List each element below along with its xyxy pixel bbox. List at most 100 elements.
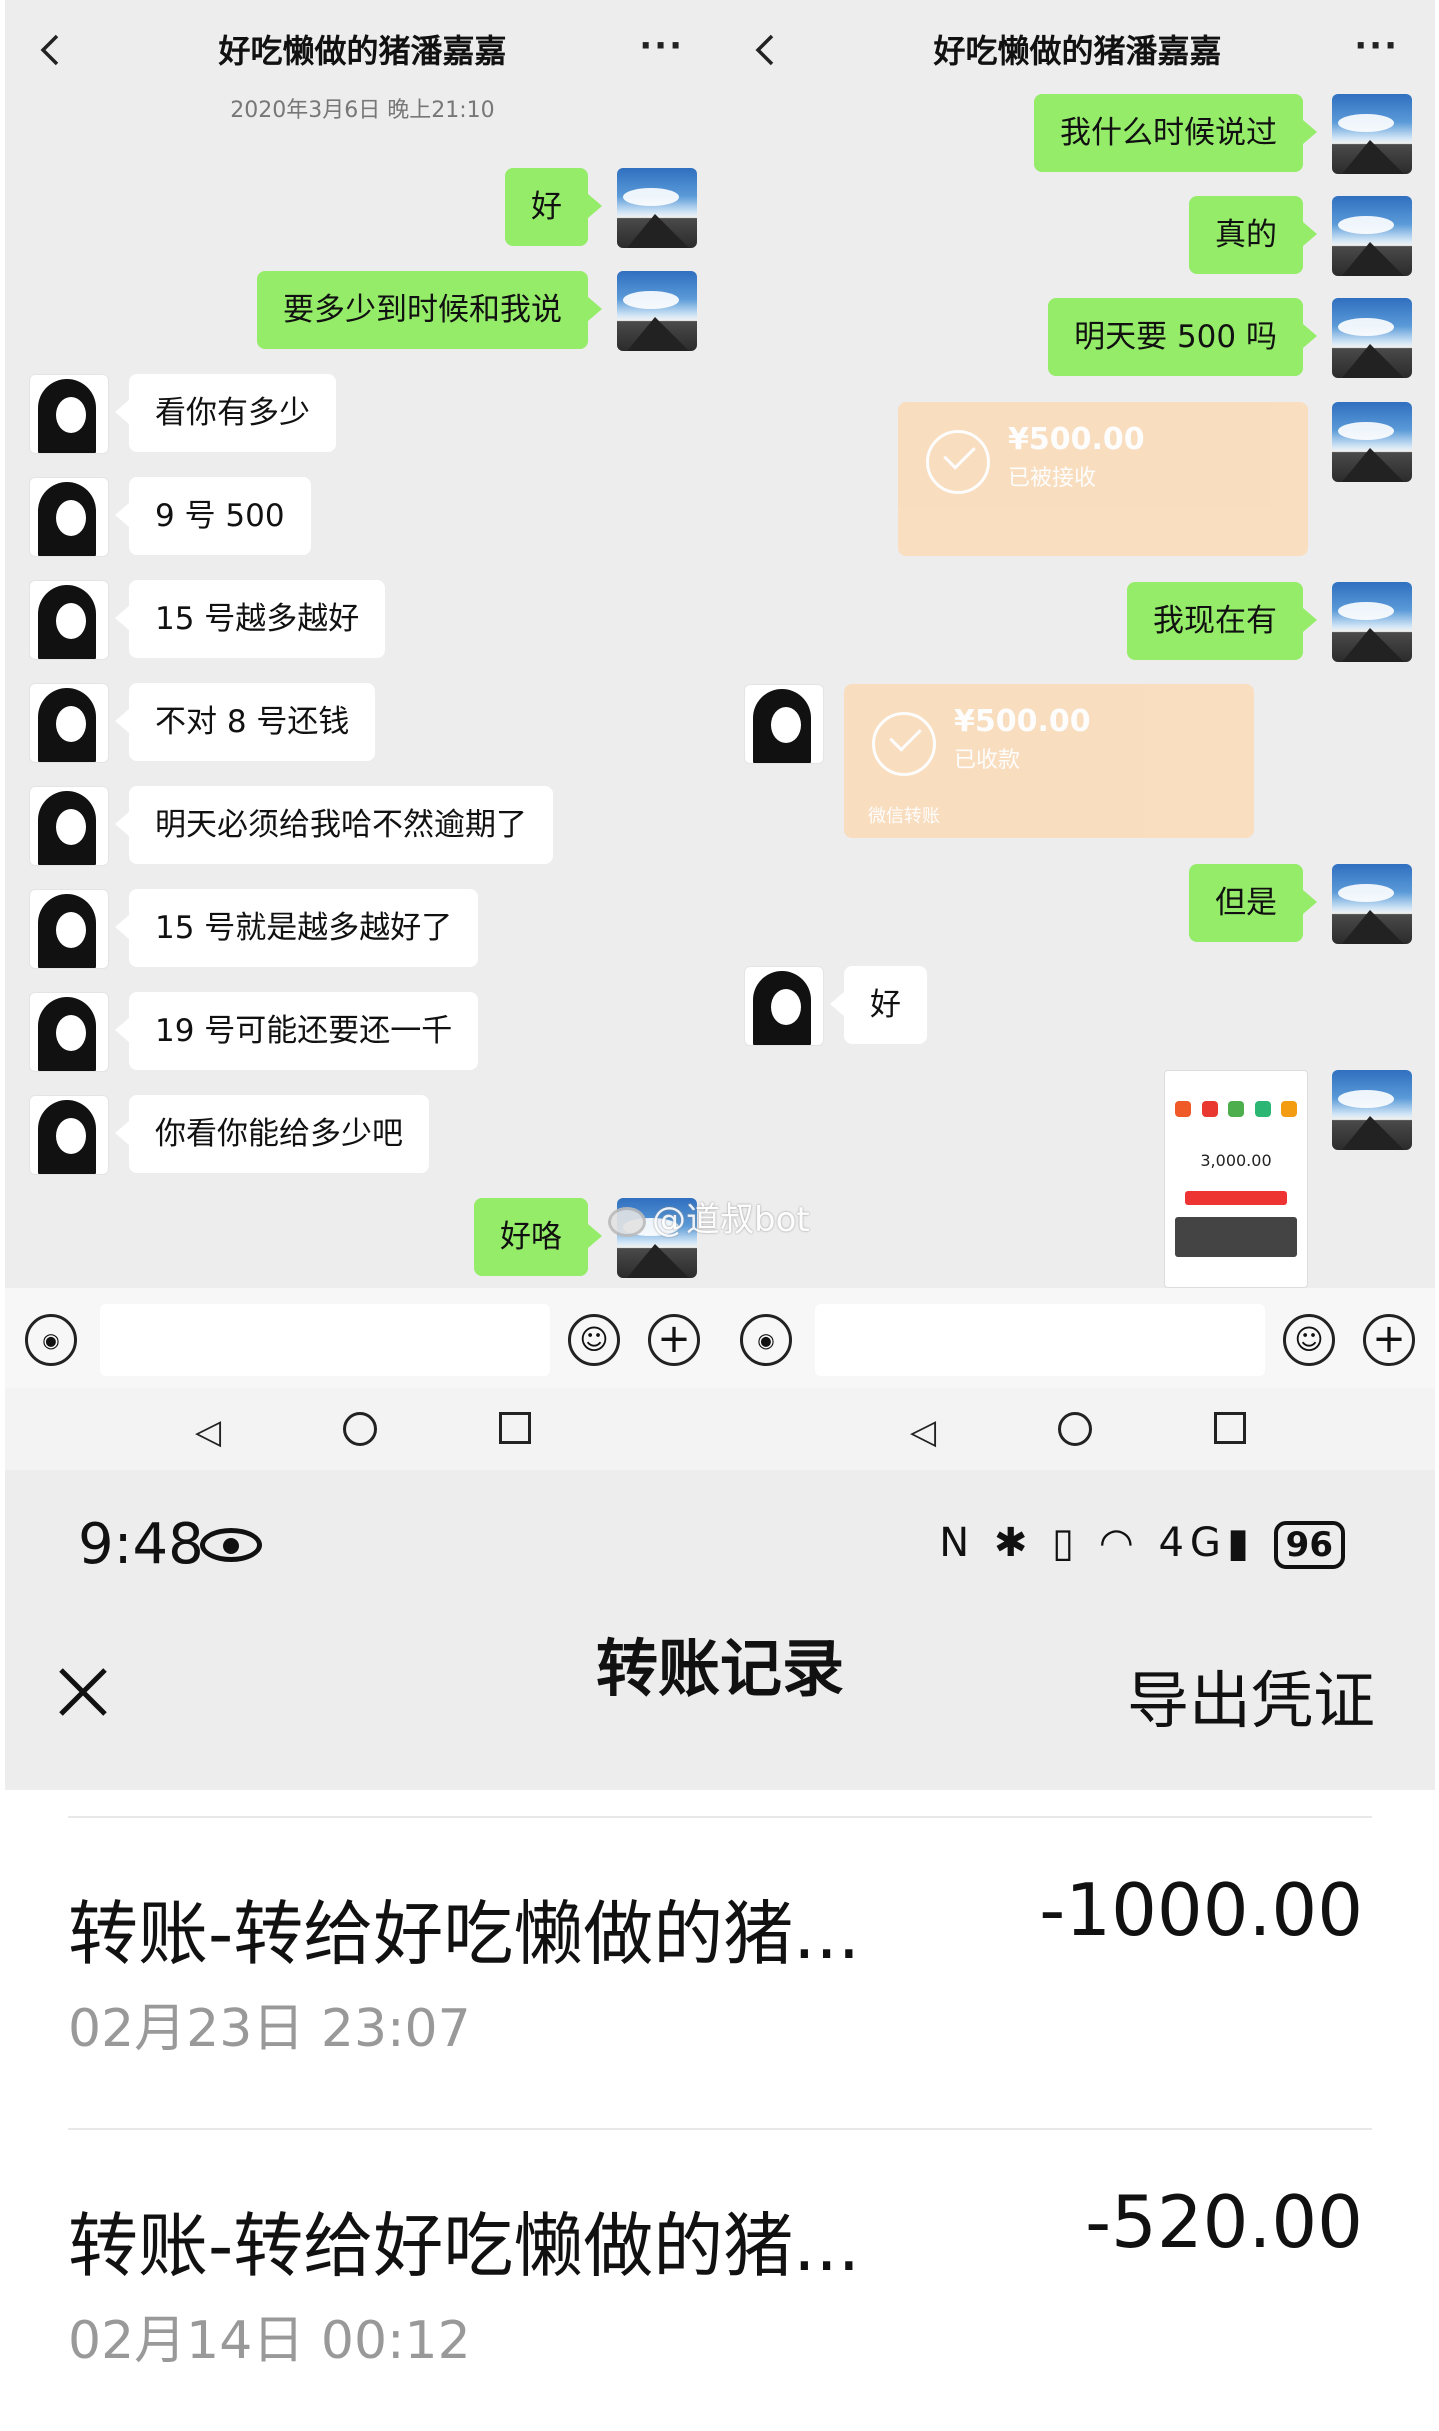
message-row: 要多少到时候和我说 bbox=[5, 271, 720, 349]
screenshot-image-message[interactable]: 3,000.00 bbox=[1164, 1070, 1308, 1288]
transfer-card-received[interactable]: ¥500.00 已收款 微信转账 bbox=[844, 684, 1254, 838]
message-row: 不对 8 号还钱 bbox=[5, 683, 720, 761]
message-row: 19 号可能还要还一千 bbox=[5, 992, 720, 1070]
record-date: 02月14日 00:12 bbox=[68, 2311, 471, 2371]
message-row: 15 号就是越多越好了 bbox=[5, 889, 720, 967]
message-bubble-received[interactable]: 不对 8 号还钱 bbox=[114, 683, 376, 761]
chat-title: 好吃懒做的猪潘嘉嘉 bbox=[933, 32, 1222, 70]
message-row: 我什么时候说过 bbox=[720, 94, 1435, 172]
left-chat-panel: 好吃懒做的猪潘嘉嘉 ··· 2020年3月6日 晚上21:10 好 要多少到时候… bbox=[5, 0, 720, 1470]
record-name: 转账-转给好吃懒做的猪... bbox=[68, 1893, 861, 1975]
message-bubble-sent[interactable]: 明天要 500 吗 bbox=[1048, 298, 1317, 376]
message-bubble-sent[interactable]: 好咯 bbox=[474, 1198, 602, 1276]
bluetooth-icon: ✱ bbox=[993, 1520, 1034, 1566]
more-options-icon[interactable]: ··· bbox=[639, 26, 684, 66]
system-nav-bar: ◁ bbox=[720, 1388, 1435, 1470]
nav-home-icon[interactable] bbox=[343, 1412, 377, 1446]
message-row: 你看你能给多少吧 bbox=[5, 1095, 720, 1173]
eye-icon bbox=[200, 1528, 262, 1562]
system-nav-bar: ◁ bbox=[5, 1388, 720, 1470]
emoji-icon[interactable]: ☺ bbox=[1283, 1314, 1335, 1366]
message-bubble-received[interactable]: 明天必须给我哈不然逾期了 bbox=[115, 786, 553, 864]
message-bubble-received[interactable]: 15 号越多越好 bbox=[114, 580, 386, 658]
right-chat-panel: 好吃懒做的猪潘嘉嘉 ··· 我什么时候说过 真的 明天要 500 吗 ¥500.… bbox=[720, 0, 1435, 1470]
nfc-icon: N bbox=[939, 1520, 976, 1566]
message-row: 好 bbox=[5, 168, 720, 246]
more-options-icon[interactable]: ··· bbox=[1354, 26, 1399, 66]
chat-title: 好吃懒做的猪潘嘉嘉 bbox=[218, 32, 507, 70]
contact-avatar[interactable] bbox=[744, 684, 824, 764]
message-bubble-sent[interactable]: 好 bbox=[505, 168, 602, 246]
signal-icon: ▮ bbox=[1226, 1520, 1255, 1566]
message-input[interactable] bbox=[815, 1304, 1265, 1376]
record-amount: -520.00 bbox=[1085, 2180, 1363, 2264]
plus-icon[interactable]: + bbox=[648, 1314, 700, 1366]
thumbnail-dark-banner bbox=[1175, 1217, 1297, 1257]
vibrate-icon: ▯ bbox=[1052, 1520, 1081, 1566]
voice-icon[interactable]: ◉ bbox=[740, 1314, 792, 1366]
status-icons: N ✱ ▯ ◠ 4G▮ 96 bbox=[939, 1520, 1345, 1569]
records-header: 9:48 N ✱ ▯ ◠ 4G▮ 96 转账记录 导出凭证 bbox=[5, 1470, 1435, 1790]
message-bubble-received[interactable]: 15 号就是越多越好了 bbox=[114, 889, 479, 967]
chat-header: 好吃懒做的猪潘嘉嘉 ··· bbox=[720, 0, 1435, 100]
record-date: 02月23日 23:07 bbox=[68, 1999, 471, 2059]
plus-icon[interactable]: + bbox=[1363, 1314, 1415, 1366]
divider bbox=[68, 2128, 1372, 2130]
my-avatar[interactable] bbox=[1332, 1070, 1412, 1150]
transfer-card-sent[interactable]: ¥500.00 已被接收 bbox=[898, 402, 1308, 556]
message-bubble-sent[interactable]: 但是 bbox=[1189, 864, 1317, 942]
nav-back-icon[interactable]: ◁ bbox=[195, 1412, 221, 1452]
record-amount: -1000.00 bbox=[1039, 1868, 1363, 1952]
message-row: 明天要 500 吗 bbox=[720, 298, 1435, 376]
my-avatar[interactable] bbox=[1332, 402, 1412, 482]
transfer-records-screen: 9:48 N ✱ ▯ ◠ 4G▮ 96 转账记录 导出凭证 转账-转给好吃懒做的… bbox=[5, 1470, 1435, 2431]
message-row: 9 号 500 bbox=[5, 477, 720, 555]
wifi-icon: ◠ bbox=[1098, 1520, 1140, 1566]
transfer-status: 已收款 bbox=[954, 748, 1021, 773]
message-row: 明天必须给我哈不然逾期了 bbox=[5, 786, 720, 864]
message-bubble-received[interactable]: 看你有多少 bbox=[115, 374, 336, 452]
transfer-record-row[interactable]: 转账-转给好吃懒做的猪... 02月23日 23:07 -1000.00 bbox=[5, 1868, 1435, 2178]
check-circle-icon bbox=[872, 712, 936, 776]
message-bubble-received[interactable]: 好 bbox=[830, 966, 927, 1044]
thumbnail-app-icons bbox=[1175, 1101, 1297, 1121]
voice-icon[interactable]: ◉ bbox=[25, 1314, 77, 1366]
transfer-status: 已被接收 bbox=[1008, 466, 1097, 491]
emoji-icon[interactable]: ☺ bbox=[568, 1314, 620, 1366]
nav-recent-icon[interactable] bbox=[499, 1412, 531, 1444]
export-voucher-button[interactable]: 导出凭证 bbox=[1127, 1650, 1375, 1740]
thumbnail-red-button bbox=[1185, 1191, 1287, 1205]
message-bubble-sent[interactable]: 我现在有 bbox=[1127, 582, 1317, 660]
chat-input-bar: ◉ ☺ + bbox=[5, 1288, 720, 1388]
message-bubble-received[interactable]: 你看你能给多少吧 bbox=[115, 1095, 429, 1173]
transfer-record-row[interactable]: 转账-转给好吃懒做的猪... 02月14日 00:12 -520.00 bbox=[5, 2180, 1435, 2431]
message-row: 15 号越多越好 bbox=[5, 580, 720, 658]
transfer-footer: 微信转账 bbox=[868, 806, 940, 827]
message-row: 我现在有 bbox=[720, 582, 1435, 660]
message-bubble-received[interactable]: 19 号可能还要还一千 bbox=[114, 992, 479, 1070]
chat-timestamp: 2020年3月6日 晚上21:10 bbox=[230, 98, 495, 123]
thumbnail-amount: 3,000.00 bbox=[1200, 1151, 1272, 1170]
chat-input-bar: ◉ ☺ + bbox=[720, 1288, 1435, 1388]
message-bubble-sent[interactable]: 我什么时候说过 bbox=[1034, 94, 1317, 172]
battery-icon: 96 bbox=[1273, 1521, 1345, 1569]
transfer-amount: ¥500.00 bbox=[1008, 422, 1145, 457]
watermark-text: @道叔bot bbox=[652, 1200, 810, 1240]
nav-back-icon[interactable]: ◁ bbox=[910, 1412, 936, 1452]
message-row: 看你有多少 bbox=[5, 374, 720, 452]
message-row: 真的 bbox=[720, 196, 1435, 274]
message-input[interactable] bbox=[100, 1304, 550, 1376]
message-bubble-sent[interactable]: 要多少到时候和我说 bbox=[257, 271, 602, 349]
transfer-amount: ¥500.00 bbox=[954, 704, 1091, 739]
weibo-logo-icon bbox=[608, 1206, 646, 1237]
message-row: 但是 bbox=[720, 864, 1435, 942]
divider bbox=[68, 1816, 1372, 1818]
status-time: 9:48 bbox=[78, 1512, 204, 1577]
nav-recent-icon[interactable] bbox=[1214, 1412, 1246, 1444]
record-name: 转账-转给好吃懒做的猪... bbox=[68, 2205, 861, 2287]
nav-home-icon[interactable] bbox=[1058, 1412, 1092, 1446]
message-bubble-received[interactable]: 9 号 500 bbox=[115, 477, 311, 555]
message-row: 好 bbox=[720, 966, 1435, 1044]
network-type: 4G bbox=[1158, 1520, 1227, 1566]
message-bubble-sent[interactable]: 真的 bbox=[1189, 196, 1317, 274]
